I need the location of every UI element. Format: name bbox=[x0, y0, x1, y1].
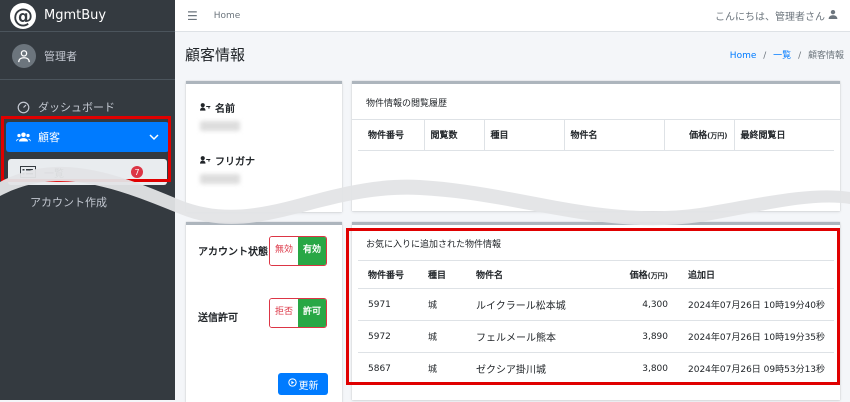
menu-toggle-icon[interactable]: ☰ bbox=[187, 9, 198, 23]
account-enabled-option[interactable]: 有効 bbox=[298, 237, 326, 265]
highlight-box-favorites bbox=[346, 228, 840, 385]
history-table-header: 物件番号 閲覧数 種目 物件名 価格(万円) 最終閲覧日 bbox=[358, 120, 834, 151]
user-name: 管理者 bbox=[44, 49, 77, 63]
user-avatar-icon bbox=[12, 43, 36, 68]
breadcrumb-separator: / bbox=[763, 51, 767, 61]
history-card: 物件情報の閲覧履歴 物件番号 閲覧数 種目 物件名 価格(万円) 最終閲覧日 bbox=[352, 81, 840, 211]
topbar-home-link[interactable]: Home bbox=[214, 11, 241, 21]
top-navbar: ☰ Home こんにちは、管理者さん bbox=[175, 0, 850, 32]
breadcrumb-current: 顧客情報 bbox=[807, 51, 844, 61]
update-button[interactable]: 更新 bbox=[278, 373, 328, 395]
name-field-label: 名前 bbox=[200, 100, 328, 115]
user-key-icon bbox=[200, 102, 211, 114]
send-deny-option[interactable]: 拒否 bbox=[270, 299, 298, 327]
send-permission-label: 送信許可 bbox=[198, 313, 238, 324]
brand-name: MgmtBuy bbox=[44, 8, 107, 23]
sidebar-item-label: アカウント作成 bbox=[30, 196, 107, 209]
user-icon bbox=[828, 9, 838, 22]
breadcrumb-home[interactable]: Home bbox=[730, 51, 757, 61]
sidebar-item-create-account[interactable]: アカウント作成 bbox=[0, 187, 175, 217]
breadcrumb-list[interactable]: 一覧 bbox=[773, 51, 791, 61]
history-col-id[interactable]: 物件番号 bbox=[358, 120, 425, 151]
update-button-label: 更新 bbox=[298, 380, 319, 392]
kana-value-redacted bbox=[200, 174, 240, 184]
history-table: 物件番号 閲覧数 種目 物件名 価格(万円) 最終閲覧日 bbox=[358, 120, 834, 151]
history-col-last-viewed[interactable]: 最終閲覧日 bbox=[734, 120, 834, 151]
history-title: 物件情報の閲覧履歴 bbox=[352, 84, 840, 120]
profile-card: 名前 フリガナ bbox=[186, 81, 342, 212]
breadcrumb-separator: / bbox=[798, 51, 802, 61]
account-status-toggle[interactable]: 無効 有効 bbox=[269, 236, 327, 266]
breadcrumb: Home / 一覧 / 顧客情報 bbox=[730, 48, 844, 61]
send-permission-toggle[interactable]: 拒否 許可 bbox=[269, 298, 327, 328]
sidebar: @ MgmtBuy 管理者 ダッシュボード 顧客 一覧 7 アカウント作成 bbox=[0, 0, 175, 400]
account-disabled-option[interactable]: 無効 bbox=[270, 237, 298, 265]
kana-field-label: フリガナ bbox=[200, 153, 328, 168]
history-col-name[interactable]: 物件名 bbox=[564, 120, 665, 151]
page-title: 顧客情報 bbox=[185, 46, 246, 64]
greeting-text: こんにちは、管理者さん bbox=[715, 12, 825, 23]
name-label-text: 名前 bbox=[215, 104, 235, 115]
highlight-box-sidebar bbox=[1, 116, 171, 182]
user-panel[interactable]: 管理者 bbox=[0, 32, 175, 80]
kana-label-text: フリガナ bbox=[215, 157, 255, 168]
user-greeting[interactable]: こんにちは、管理者さん bbox=[715, 8, 838, 23]
sidebar-item-label: ダッシュボード bbox=[38, 101, 115, 114]
history-col-price[interactable]: 価格(万円) bbox=[664, 120, 735, 151]
name-value-redacted bbox=[200, 121, 240, 131]
send-allow-option[interactable]: 許可 bbox=[298, 299, 326, 327]
history-price-label: 価格 bbox=[689, 131, 708, 142]
account-status-label: アカウント状態 bbox=[198, 247, 268, 258]
history-price-unit: (万円) bbox=[707, 132, 728, 141]
dashboard-icon bbox=[14, 101, 32, 114]
refresh-icon bbox=[287, 378, 297, 390]
user-key-icon bbox=[200, 155, 211, 167]
history-col-views[interactable]: 閲覧数 bbox=[424, 120, 485, 151]
brand-link[interactable]: @ MgmtBuy bbox=[0, 0, 175, 32]
brand-logo: @ bbox=[10, 2, 36, 29]
history-col-type[interactable]: 種目 bbox=[484, 120, 565, 151]
